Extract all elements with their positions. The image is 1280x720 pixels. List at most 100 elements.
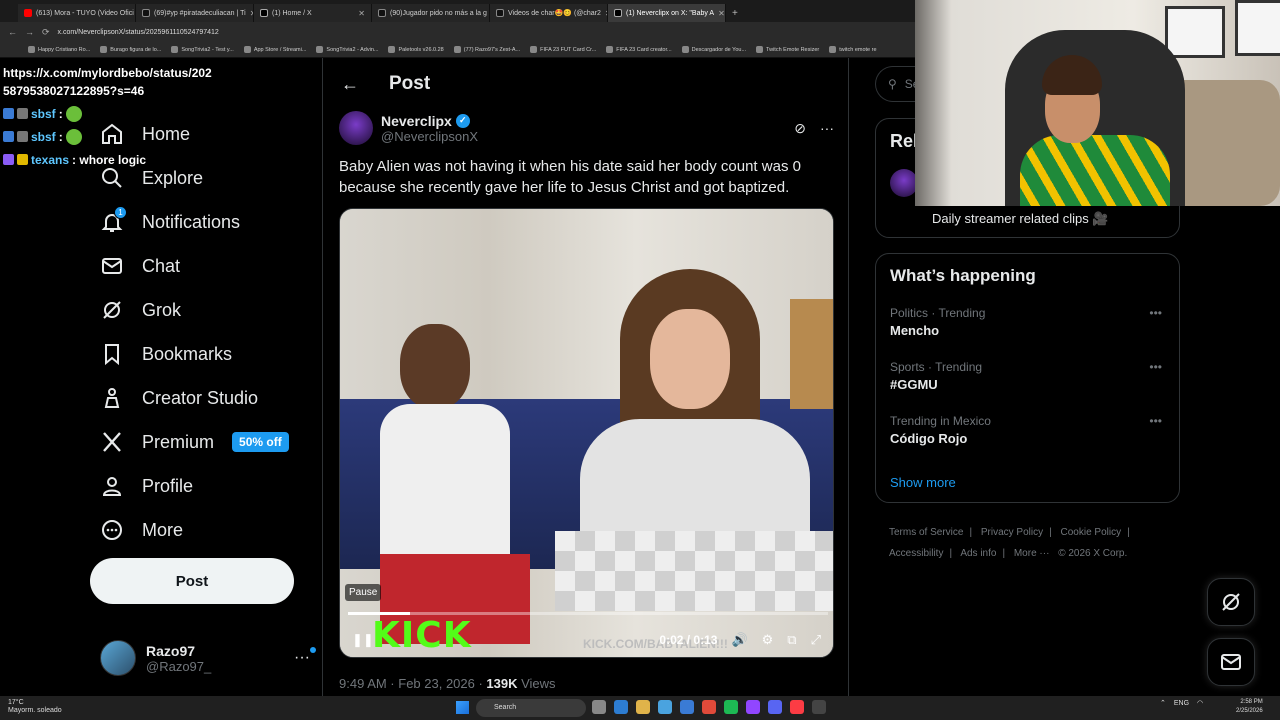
browser-tab[interactable]: Videos de char🤩😊 (@char2✕ [490, 4, 608, 22]
system-clock[interactable]: 2:58 PM 2/25/2026 [1236, 698, 1263, 716]
mail-icon[interactable] [680, 700, 694, 714]
show-more-link[interactable]: Show more [890, 475, 956, 490]
post-text: Baby Alien was not having it when his da… [339, 158, 801, 196]
settings-gear-icon[interactable]: ⚙ [762, 632, 774, 648]
bookmark-item[interactable]: Paletools v26.0.28 [388, 46, 444, 53]
file-explorer-icon[interactable] [636, 700, 650, 714]
browser-tab-active[interactable]: (1) Neverclipx on X: "Baby A ✕ [608, 4, 726, 22]
nav-grok[interactable]: Grok [100, 296, 181, 324]
footer-link[interactable]: Accessibility [889, 548, 943, 559]
obs-icon[interactable] [746, 700, 760, 714]
browser-tab[interactable]: (69)#yp #piratadeculiacan | Ti✕ [136, 4, 254, 22]
bookmark-item[interactable]: SongTrivia2 - Test y... [171, 46, 234, 53]
footer-link[interactable]: Privacy Policy [981, 527, 1043, 538]
bookmark-icon [105, 344, 119, 366]
pause-icon[interactable]: ❚❚ [352, 632, 374, 648]
windows-taskbar: 17°C Mayorm. soleado Search ⌃ ENG ◠ 2:58… [0, 696, 1280, 720]
spotify-icon[interactable] [724, 700, 738, 714]
more-dots-icon[interactable]: ••• [1149, 414, 1162, 428]
chrome-icon[interactable] [702, 700, 716, 714]
author-handle[interactable]: @NeverclipsonX [381, 129, 478, 144]
notifications-icon-wrap: 1 [100, 206, 127, 234]
language-indicator[interactable]: ENG [1174, 700, 1189, 707]
music-icon[interactable] [790, 700, 804, 714]
windows-start-icon[interactable] [456, 701, 469, 714]
bookmark-label: FIFA 23 FUT Card Cr... [540, 46, 597, 53]
trend-item[interactable]: Trending in Mexico Código Rojo ••• [890, 414, 1170, 446]
author-name-row[interactable]: Neverclipx ✓ [381, 113, 478, 129]
more-dots-icon[interactable]: ··· [294, 647, 316, 667]
footer-link[interactable]: Ads info [960, 548, 996, 559]
more-dots-icon[interactable]: ••• [1149, 306, 1162, 320]
account-switcher[interactable]: Razo97 @Razo97_ ··· [100, 638, 316, 678]
more-dots-icon[interactable]: ··· [820, 120, 834, 137]
browser-tab[interactable]: (90)Jugador pido no más a la g✕ [372, 4, 490, 22]
bookmark-item[interactable]: SongTrivia2 - Advin... [316, 46, 378, 53]
bookmark-item[interactable]: Burago figura de lo... [100, 46, 161, 53]
bookmark-item[interactable]: FIFA 23 Card creator... [606, 46, 672, 53]
close-icon[interactable]: ✕ [718, 9, 725, 18]
author-avatar[interactable] [339, 111, 373, 145]
new-tab-button[interactable]: + [726, 4, 744, 22]
video-player[interactable]: Pause KICK KICK.COM/BABYALIEN!!! ❚❚ 0:02… [339, 208, 834, 658]
volume-icon[interactable]: 🔊 [731, 632, 747, 648]
messages-fab-button[interactable] [1207, 638, 1255, 686]
nav-bookmarks[interactable]: Bookmarks [100, 340, 232, 368]
chevron-up-icon[interactable]: ⌃ [1160, 699, 1166, 707]
bookmark-item[interactable]: FIFA 23 FUT Card Cr... [530, 46, 596, 53]
nav-premium[interactable]: Premium 50% off [100, 428, 289, 456]
post-timestamp[interactable]: 9:49 AM · Feb 23, 2026 · [339, 676, 486, 691]
weather-widget[interactable]: 17°C Mayorm. soleado [8, 699, 62, 715]
forward-icon[interactable]: → [25, 27, 34, 37]
bookmark-item[interactable]: Happy Cristiano Ro... [28, 46, 90, 53]
footer-link[interactable]: More ··· [1014, 548, 1050, 559]
tiktok-icon [378, 9, 386, 17]
grok-icon[interactable]: ⊘ [794, 120, 806, 137]
nav-creator-studio[interactable]: Creator Studio [100, 384, 258, 412]
back-arrow-icon[interactable]: ← [341, 74, 359, 95]
wifi-icon[interactable]: ◠ [1197, 699, 1203, 707]
search-input[interactable]: ⚲ Se [875, 66, 915, 102]
bookmark-item[interactable]: (77) Razo97's Zest-A... [453, 46, 520, 53]
bookmark-item[interactable]: App Store / Streami... [243, 46, 306, 53]
app-icon[interactable] [812, 700, 826, 714]
nav-chat[interactable]: Chat [100, 252, 180, 280]
nav-more[interactable]: More [100, 516, 183, 544]
browser-tab[interactable]: (613) Mora - TUYO (Video Ofici✕ [18, 4, 136, 22]
close-icon[interactable]: ✕ [358, 9, 365, 18]
address-bar: ← → ⟳ x.com/NeverclipsonX/status/2025961… [0, 22, 915, 42]
bookmark-item[interactable]: Twitch Emote Resizer [756, 46, 819, 53]
edge-icon[interactable] [614, 700, 628, 714]
trend-item[interactable]: Sports · Trending #GGMU ••• [890, 360, 1170, 392]
more-dots-icon[interactable]: ••• [1149, 360, 1162, 374]
reload-icon[interactable]: ⟳ [42, 27, 50, 38]
grok-fab-button[interactable] [1207, 578, 1255, 626]
bookmark-item[interactable]: twitch emote re [829, 46, 877, 53]
trend-item[interactable]: Politics · Trending Mencho ••• [890, 306, 1170, 338]
bookmark-icon [316, 46, 324, 53]
fullscreen-icon[interactable]: ⤢ [811, 632, 821, 648]
store-icon[interactable] [658, 700, 672, 714]
footer-link[interactable]: Cookie Policy [1061, 527, 1122, 538]
framed-jersey [1165, 6, 1225, 58]
bookmark-icon [100, 46, 108, 53]
views-count: 139K [486, 676, 518, 691]
post-button[interactable]: Post [90, 558, 294, 604]
pip-icon[interactable]: ⧉ [787, 632, 796, 648]
nav-profile[interactable]: Profile [100, 472, 193, 500]
taskbar-search[interactable]: Search [476, 699, 586, 717]
footer-separator: | [969, 527, 973, 538]
footer-link[interactable]: Terms of Service [889, 527, 963, 538]
nav-label: Profile [142, 475, 194, 496]
views-label: Views [517, 676, 556, 691]
discord-icon[interactable] [768, 700, 782, 714]
task-view-icon[interactable] [592, 700, 606, 714]
author-avatar[interactable] [890, 169, 918, 197]
grok-icon [1222, 593, 1240, 611]
nav-label: More [142, 519, 184, 540]
url-field[interactable]: x.com/NeverclipsonX/status/2025961110524… [58, 29, 219, 36]
back-icon[interactable]: ← [8, 27, 17, 37]
bookmark-item[interactable]: Descargador de You... [681, 46, 746, 53]
browser-tab[interactable]: (1) Home / X ✕ [254, 4, 372, 22]
nav-notifications[interactable]: 1 Notifications [100, 206, 240, 236]
